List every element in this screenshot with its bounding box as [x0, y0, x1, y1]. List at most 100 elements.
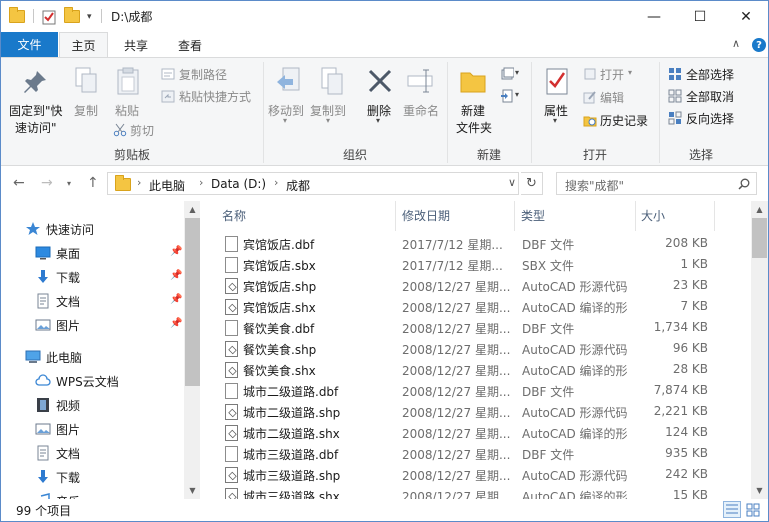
file-size: 242 KB — [665, 467, 708, 481]
file-row[interactable]: 宾馆饭店.sbx 2017/7/12 星期... SBX 文件 1 KB — [219, 255, 739, 276]
collapse-ribbon-icon[interactable]: ∧ — [732, 37, 740, 50]
copy-path-label: 复制路径 — [179, 68, 228, 82]
nav-scrollbar[interactable]: ▲ ▼ — [184, 201, 200, 499]
file-row[interactable]: 城市三级道路.dbf 2008/12/27 星期... DBF 文件 935 KB — [219, 444, 739, 465]
file-row[interactable]: 城市三级道路.shx 2008/12/27 星期... AutoCAD 编译的形 15… — [219, 486, 739, 499]
pinned-icon: 📌 — [170, 270, 183, 281]
edit-label: 编辑 — [600, 91, 625, 105]
recent-locations-icon[interactable]: ▾ — [67, 179, 71, 188]
file-list: ^ 名称 修改日期 类型 大小 宾馆饭店.dbf 2017/7/12 星期... D… — [201, 201, 768, 499]
nav-item-4[interactable]: 图片 📌 — [1, 313, 185, 337]
column-header-size[interactable]: 大小 — [641, 207, 665, 224]
file-row[interactable]: 餐饮美食.dbf 2008/12/27 星期... DBF 文件 1,734 KB — [219, 318, 739, 339]
tab-view[interactable]: 查看 — [165, 32, 215, 58]
nav-item-8[interactable]: 图片 — [1, 417, 185, 441]
organize-group-label: 组织 — [342, 148, 367, 162]
scroll-up-icon[interactable]: ▲ — [751, 201, 768, 218]
breadcrumb-this-pc[interactable]: 此电脑 — [149, 177, 185, 194]
cut-label: 剪切 — [130, 124, 155, 138]
file-date: 2008/12/27 星期... — [402, 280, 511, 294]
maximize-button[interactable]: ☐ — [677, 1, 723, 32]
file-row[interactable]: 城市二级道路.shp 2008/12/27 星期... AutoCAD 形源代码 2,… — [219, 402, 739, 423]
address-bar[interactable]: › 此电脑 › Data (D:) › 成都 ∨ — [107, 172, 519, 195]
file-name: 宾馆饭店.shx — [243, 301, 316, 315]
breadcrumb-chengdu[interactable]: 成都 — [286, 177, 310, 194]
file-size: 28 KB — [672, 362, 708, 376]
nav-item-3[interactable]: 文档 📌 — [1, 289, 185, 313]
file-date: 2008/12/27 星期... — [402, 364, 511, 378]
column-header-type[interactable]: 类型 — [521, 207, 545, 224]
refresh-icon[interactable]: ↻ — [521, 172, 543, 195]
easy-access-icon — [501, 89, 513, 103]
file-row[interactable]: 宾馆饭店.shp 2008/12/27 星期... AutoCAD 形源代码 23 K… — [219, 276, 739, 297]
minimize-button[interactable]: — — [631, 1, 677, 32]
file-scroll-thumb[interactable] — [752, 218, 767, 258]
nav-item-9[interactable]: 文档 — [1, 441, 185, 465]
file-row[interactable]: 餐饮美食.shx 2008/12/27 星期... AutoCAD 编译的形 28 K… — [219, 360, 739, 381]
file-type: AutoCAD 编译的形 — [522, 364, 628, 378]
nav-item-11[interactable]: 音乐 — [1, 489, 185, 499]
tab-home[interactable]: 主页 — [59, 32, 108, 58]
select-none-label: 全部取消 — [686, 90, 735, 104]
address-folder-icon — [115, 175, 131, 194]
breadcrumb-chevron-icon[interactable]: › — [274, 176, 278, 189]
scroll-down-icon[interactable]: ▼ — [184, 482, 200, 499]
new-group-label: 新建 — [476, 148, 501, 162]
new-folder-quick-icon[interactable] — [64, 7, 80, 25]
invert-selection-label: 反向选择 — [686, 112, 735, 126]
breadcrumb-chevron-icon[interactable]: › — [137, 176, 141, 189]
file-row[interactable]: 城市二级道路.shx 2008/12/27 星期... AutoCAD 编译的形 12… — [219, 423, 739, 444]
nav-item-2[interactable]: 下载 📌 — [1, 265, 185, 289]
tab-share[interactable]: 共享 — [112, 32, 160, 58]
new-folder-label-2: 文件夹 — [456, 121, 493, 135]
nav-item-label: 此电脑 — [46, 351, 83, 365]
nav-item-7[interactable]: 视频 — [1, 393, 185, 417]
breadcrumb-chevron-icon[interactable]: › — [199, 176, 203, 189]
up-arrow-icon[interactable]: ↑ — [87, 175, 99, 191]
file-row[interactable]: 宾馆饭店.dbf 2017/7/12 星期... DBF 文件 208 KB — [219, 234, 739, 255]
select-none-icon — [668, 89, 682, 103]
column-header-date[interactable]: 修改日期 — [402, 207, 450, 224]
column-header-name[interactable]: 名称 — [222, 207, 246, 224]
file-size: 15 KB — [672, 488, 708, 499]
scroll-up-icon[interactable]: ▲ — [184, 201, 200, 218]
file-icon — [225, 320, 238, 336]
open-icon — [584, 68, 596, 80]
file-name: 城市三级道路.dbf — [243, 448, 339, 462]
help-icon[interactable]: ? — [752, 38, 766, 52]
search-icon — [738, 178, 750, 190]
file-row[interactable]: 城市三级道路.shp 2008/12/27 星期... AutoCAD 形源代码 24… — [219, 465, 739, 486]
scissors-icon — [113, 123, 127, 137]
ribbon-tabs: 文件 主页 共享 查看 ∧ ? — [1, 32, 768, 58]
back-arrow-icon[interactable]: ← — [13, 175, 25, 191]
nav-item-label: 桌面 — [56, 247, 81, 261]
forward-arrow-icon[interactable]: → — [41, 175, 53, 191]
search-input[interactable]: 搜索"成都" — [556, 172, 757, 195]
rename-label: 重命名 — [403, 104, 440, 118]
file-row[interactable]: 宾馆饭店.shx 2008/12/27 星期... AutoCAD 编译的形 7 KB — [219, 297, 739, 318]
details-view-icon[interactable] — [723, 501, 741, 518]
large-icons-view-icon[interactable] — [744, 501, 762, 518]
breadcrumb-data-drive[interactable]: Data (D:) — [211, 177, 266, 191]
scroll-down-icon[interactable]: ▼ — [751, 482, 768, 499]
close-button[interactable]: ✕ — [723, 1, 768, 32]
nav-item-5[interactable]: 此电脑 — [1, 345, 185, 369]
pin-label-2: 速访问" — [15, 121, 57, 135]
file-size: 7,874 KB — [653, 383, 708, 397]
new-folder-label-1: 新建 — [461, 104, 486, 118]
file-date: 2017/7/12 星期... — [402, 238, 503, 252]
address-history-dropdown-icon[interactable]: ∨ — [508, 176, 516, 189]
nav-item-label: 文档 — [56, 295, 81, 309]
nav-item-6[interactable]: WPS云文档 — [1, 369, 185, 393]
tab-file[interactable]: 文件 — [1, 32, 58, 57]
customize-quick-access-icon[interactable]: ▾ — [87, 8, 92, 25]
nav-item-10[interactable]: 下载 — [1, 465, 185, 489]
file-row[interactable]: 城市二级道路.dbf 2008/12/27 星期... DBF 文件 7,874 KB — [219, 381, 739, 402]
properties-quick-icon[interactable] — [41, 8, 57, 25]
select-all-icon — [669, 68, 681, 80]
nav-item-0[interactable]: 快速访问 — [1, 217, 185, 241]
nav-item-1[interactable]: 桌面 📌 — [1, 241, 185, 265]
nav-scroll-thumb[interactable] — [185, 218, 200, 386]
file-list-scrollbar[interactable]: ▲ ▼ — [751, 201, 768, 499]
file-row[interactable]: 餐饮美食.shp 2008/12/27 星期... AutoCAD 形源代码 96 K… — [219, 339, 739, 360]
